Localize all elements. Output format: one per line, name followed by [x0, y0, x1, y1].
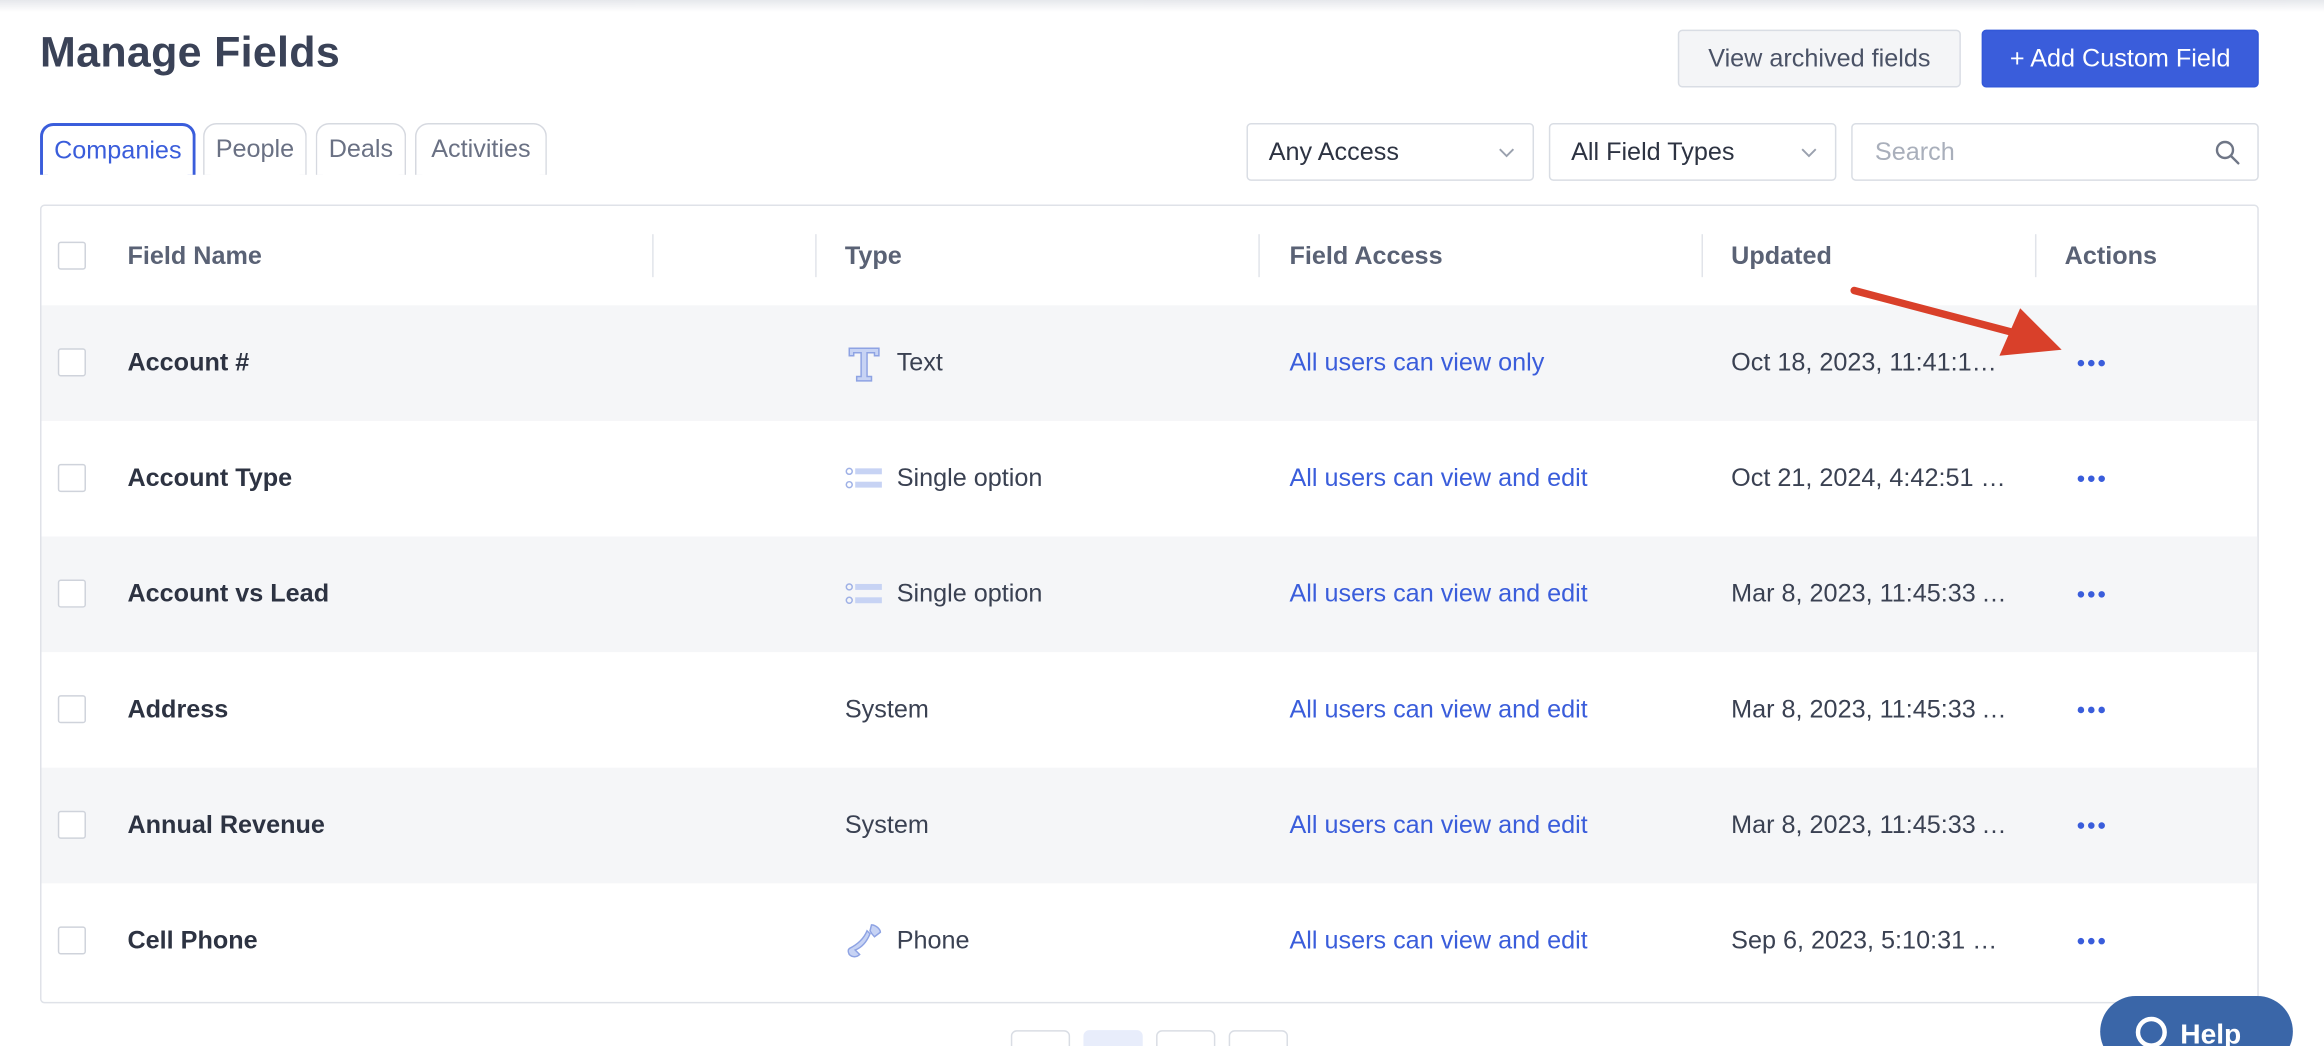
- field-name: Annual Revenue: [127, 810, 325, 839]
- field-name: Account vs Lead: [127, 579, 330, 608]
- table-row[interactable]: Account Type Single option All users can…: [41, 421, 2257, 537]
- updated-timestamp: Oct 21, 2024, 4:42:51 PM: [1731, 463, 2010, 493]
- row-checkbox[interactable]: [57, 926, 86, 955]
- text-icon: [845, 344, 884, 383]
- updated-timestamp: Sep 6, 2023, 5:10:31 PM: [1731, 926, 2010, 955]
- column-header-field-name: Field Name: [127, 240, 262, 270]
- table-row[interactable]: Address System All users can view and ed…: [41, 652, 2257, 768]
- search-input[interactable]: [1852, 124, 2194, 180]
- column-header-actions: Actions: [2064, 240, 2158, 270]
- top-shadow: [0, 0, 2324, 12]
- chevron-down-icon: [1801, 148, 1817, 158]
- more-actions-icon[interactable]: [2075, 580, 2108, 610]
- column-header-field-access: Field Access: [1289, 240, 1443, 270]
- phone-icon: [845, 922, 884, 961]
- more-actions-icon[interactable]: [2075, 811, 2108, 841]
- more-actions-icon[interactable]: [2075, 926, 2108, 956]
- column-divider: [1258, 234, 1260, 278]
- field-name: Account Type: [127, 463, 293, 493]
- column-divider: [1701, 234, 1703, 278]
- updated-timestamp: Mar 8, 2023, 11:45:33 AM: [1731, 695, 2010, 724]
- field-access-link[interactable]: All users can view only: [1289, 305, 1544, 421]
- field-type-label: Phone: [896, 926, 970, 955]
- help-button[interactable]: Help: [2100, 995, 2293, 1046]
- field-name: Cell Phone: [127, 926, 258, 955]
- tab-activities[interactable]: Activities: [414, 123, 547, 175]
- field-access-link[interactable]: All users can view and edit: [1289, 768, 1587, 884]
- view-archived-fields-button[interactable]: View archived fields: [1677, 29, 1961, 88]
- manage-fields-page: Manage Fields View archived fields + Add…: [0, 0, 2324, 1046]
- field-access-link[interactable]: All users can view and edit: [1289, 537, 1587, 653]
- access-filter-value: Any Access: [1268, 137, 1399, 166]
- field-name: Account #: [127, 348, 250, 377]
- row-checkbox[interactable]: [57, 810, 86, 839]
- field-type-filter-value: All Field Types: [1571, 137, 1735, 166]
- row-checkbox[interactable]: [57, 463, 86, 493]
- field-type: Single option: [845, 537, 1043, 653]
- column-divider: [652, 234, 654, 278]
- table-row[interactable]: Annual Revenue System All users can view…: [41, 767, 2258, 884]
- column-divider: [815, 234, 817, 278]
- more-actions-icon[interactable]: [2075, 695, 2108, 725]
- field-type: Phone: [845, 883, 970, 999]
- field-type: Text: [845, 305, 943, 421]
- field-type-label: System: [844, 695, 929, 724]
- column-header-type: Type: [844, 240, 902, 270]
- search-box: [1851, 123, 2259, 181]
- field-type: Single option: [845, 421, 1043, 537]
- list-icon: [845, 459, 884, 498]
- field-type-label: System: [844, 810, 929, 839]
- add-custom-field-button[interactable]: + Add Custom Field: [1981, 29, 2259, 88]
- pagination-page-button[interactable]: [1156, 1030, 1216, 1046]
- pagination-prev-button[interactable]: [1010, 1030, 1071, 1046]
- help-label: Help: [2180, 1019, 2242, 1046]
- pagination-page-button[interactable]: [1083, 1030, 1143, 1046]
- more-actions-icon[interactable]: [2075, 348, 2108, 378]
- field-access-link[interactable]: All users can view and edit: [1289, 421, 1587, 537]
- row-checkbox[interactable]: [57, 348, 86, 377]
- field-type-filter-select[interactable]: All Field Types: [1548, 123, 1837, 181]
- tab-companies[interactable]: Companies: [40, 123, 196, 175]
- chevron-down-icon: [1499, 148, 1515, 158]
- annotation-arrow-icon: [1850, 286, 2062, 356]
- field-type-label: Text: [896, 348, 943, 377]
- search-icon[interactable]: [2214, 139, 2241, 166]
- column-header-updated: Updated: [1731, 240, 1832, 270]
- page-title: Manage Fields: [40, 29, 341, 78]
- list-icon: [845, 575, 884, 614]
- pagination-next-button[interactable]: [1228, 1030, 1288, 1046]
- updated-timestamp: Mar 8, 2023, 11:45:33 AM: [1731, 810, 2010, 839]
- field-type-label: Single option: [896, 579, 1043, 608]
- more-actions-icon[interactable]: [2075, 464, 2108, 494]
- row-checkbox[interactable]: [57, 695, 86, 724]
- tab-people[interactable]: People: [203, 123, 307, 175]
- field-type-label: Single option: [896, 463, 1043, 493]
- tab-deals[interactable]: Deals: [315, 123, 407, 175]
- help-icon: [2135, 1016, 2167, 1046]
- field-type: System: [845, 652, 929, 768]
- select-all-checkbox[interactable]: [57, 241, 86, 270]
- field-type: System: [845, 768, 929, 884]
- access-filter-select[interactable]: Any Access: [1246, 123, 1535, 181]
- field-access-link[interactable]: All users can view and edit: [1289, 883, 1587, 999]
- table-row[interactable]: Cell Phone Phone All users can view and …: [41, 883, 2257, 999]
- row-checkbox[interactable]: [57, 579, 86, 608]
- field-access-link[interactable]: All users can view and edit: [1289, 652, 1587, 768]
- updated-timestamp: Mar 8, 2023, 11:45:33 AM: [1731, 579, 2010, 608]
- column-divider: [2034, 234, 2037, 278]
- field-name: Address: [127, 695, 229, 724]
- table-row[interactable]: Account vs Lead Single option All users …: [41, 536, 2258, 653]
